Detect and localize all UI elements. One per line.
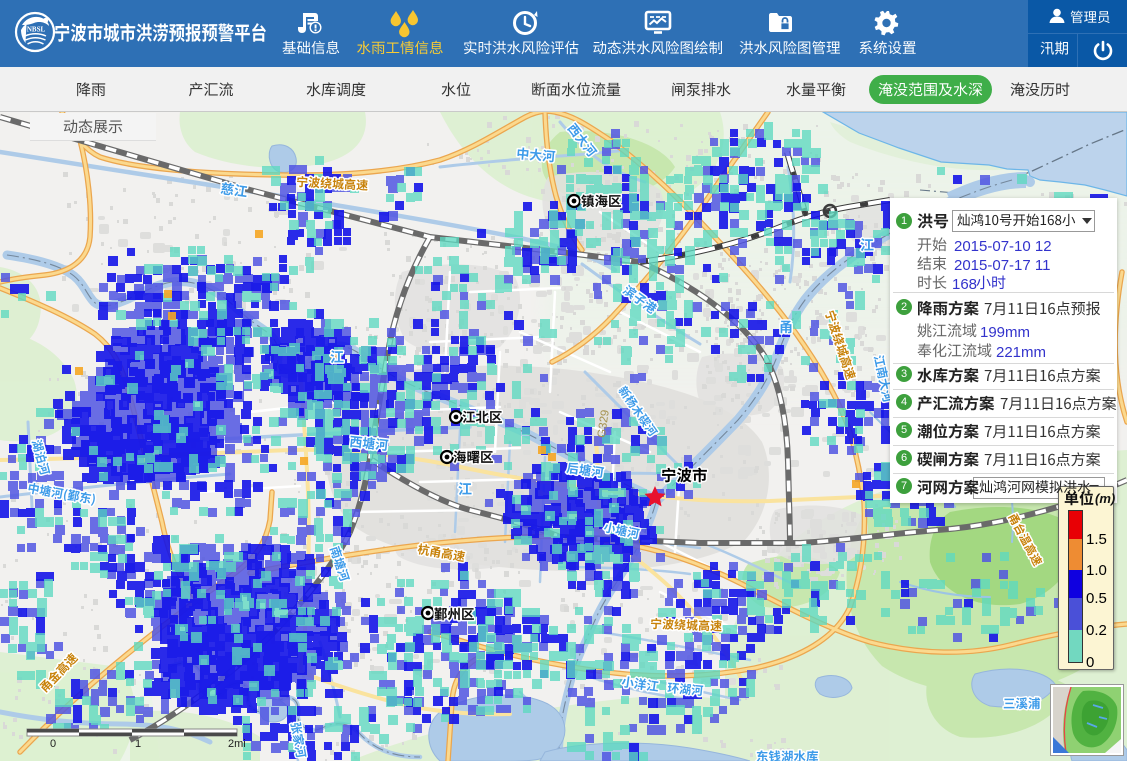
svg-text:NBSL: NBSL	[27, 26, 46, 34]
